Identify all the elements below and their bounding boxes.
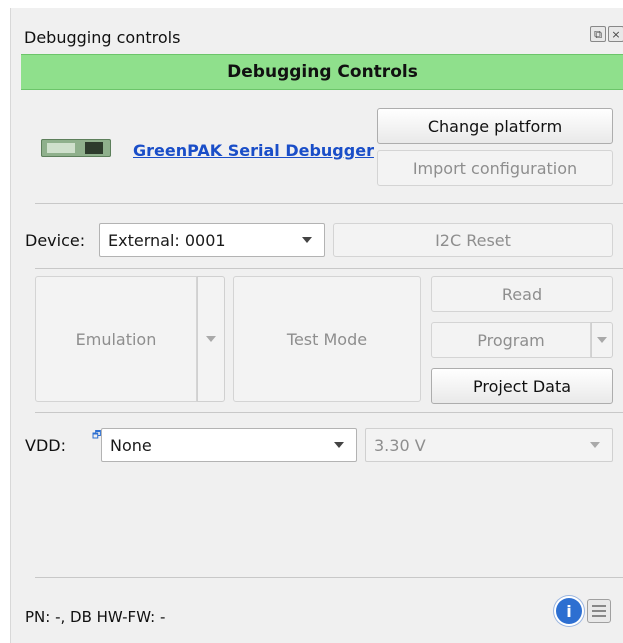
vdd-select-value: None xyxy=(110,435,152,455)
emulation-dropdown[interactable] xyxy=(197,276,225,402)
titlebar-icons: ⧉ × xyxy=(590,26,623,42)
float-icon[interactable]: ⧉ xyxy=(590,26,606,42)
change-platform-button[interactable]: Change platform xyxy=(377,108,613,144)
help-icon[interactable]: 🗗 xyxy=(92,428,101,445)
chevron-down-icon xyxy=(206,336,216,342)
chevron-down-icon xyxy=(597,337,607,343)
project-data-button[interactable]: Project Data xyxy=(431,368,613,404)
read-button[interactable]: Read xyxy=(431,276,613,312)
program-dropdown[interactable] xyxy=(591,322,613,358)
debugger-board-icon xyxy=(41,139,111,157)
panel-title: Debugging controls xyxy=(24,28,181,47)
device-select-value: External: 0001 xyxy=(108,230,226,250)
test-mode-button[interactable]: Test Mode xyxy=(233,276,421,402)
i2c-reset-button[interactable]: I2C Reset xyxy=(333,223,613,257)
import-configuration-button[interactable]: Import configuration xyxy=(377,150,613,186)
chevron-down-icon xyxy=(334,442,344,448)
debugging-controls-header: Debugging Controls xyxy=(21,54,623,90)
separator-2 xyxy=(35,268,623,269)
device-label: Device: xyxy=(25,231,86,250)
vdd-label: VDD: xyxy=(25,436,66,455)
device-select[interactable]: External: 0001 xyxy=(99,223,325,257)
chevron-down-icon xyxy=(302,237,312,243)
platform-link[interactable]: GreenPAK Serial Debugger xyxy=(133,141,374,160)
close-icon[interactable]: × xyxy=(608,26,623,42)
emulation-button[interactable]: Emulation xyxy=(35,276,197,402)
vdd-select[interactable]: None xyxy=(101,428,357,462)
list-view-icon[interactable] xyxy=(587,599,611,623)
panel-titlebar: Debugging controls ⧉ × xyxy=(11,8,623,54)
voltage-select[interactable]: 3.30 V xyxy=(365,428,613,462)
voltage-select-value: 3.30 V xyxy=(374,435,426,455)
separator-1 xyxy=(35,203,623,204)
info-icon[interactable]: i xyxy=(556,598,582,624)
chevron-down-icon xyxy=(590,442,600,448)
status-text: PN: -, DB HW-FW: - xyxy=(25,608,166,626)
program-button[interactable]: Program xyxy=(431,322,591,358)
debugging-controls-panel: Debugging controls ⧉ × Debugging Control… xyxy=(10,8,623,643)
separator-4 xyxy=(35,577,623,578)
separator-3 xyxy=(35,412,623,413)
